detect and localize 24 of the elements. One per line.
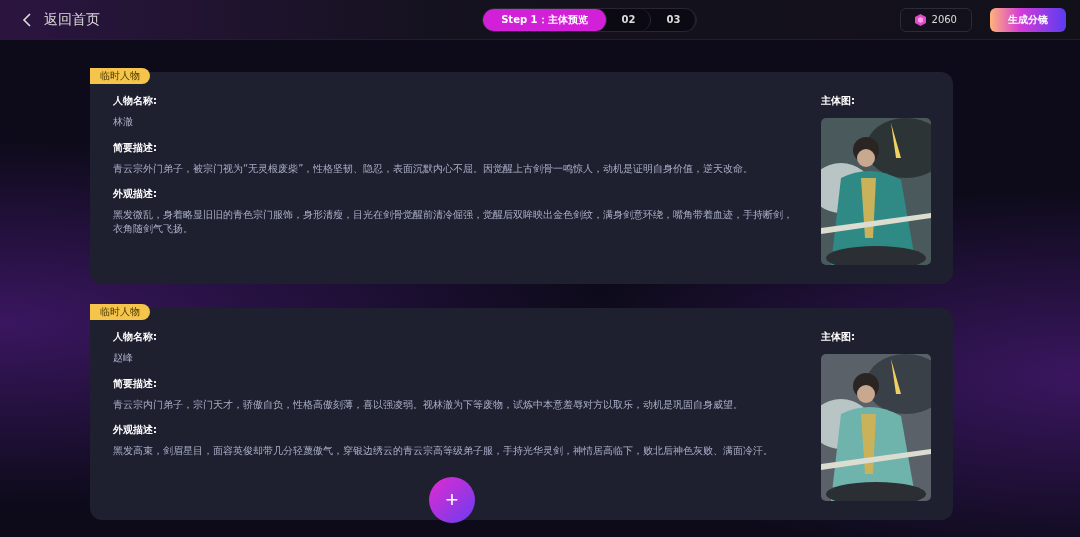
appearance-description: 黑发微乱，身着略显旧旧的青色宗门服饰，身形清瘦，目光在剑骨觉醒前清冷倔强，觉醒后双眸映出金色剑纹，满身剑意环绕，嘴角带着血迹，手持断剑，衣角随剑气飞扬。 [113,208,793,235]
gem-icon [914,13,926,26]
field-label: 外观描述: [113,187,158,201]
brief-description: 青云宗内门弟子，宗门天才，骄傲自负，性格高傲刻薄，喜以强凌弱。视林澈为下等废物，试炼中本意羞辱对方以取乐，动机是巩固自身威望。 [113,397,744,411]
image-label: 主体图: [821,330,856,344]
field-label: 外观描述: [113,423,158,437]
character-name: 林澈 [113,115,134,129]
field-label: 简要描述: [113,140,158,155]
character-tag: 临时人物 [90,304,150,320]
step-tab[interactable]: 03 [651,8,697,31]
appearance-description: 黑发高束，剑眉星目，面容英俊却带几分轻蔑傲气，穿银边绣云的青云宗高等级弟子服，手持光华灵剑，神情居高临下，败北后神色灰败、满面冷汗。 [113,444,774,458]
field-label: 人物名称: [113,94,158,108]
brief-description: 青云宗外门弟子，被宗门视为“无灵根废柴”，性格坚韧、隐忍，表面沉默内心不屈。因觉醒上古剑骨一鸣惊人，动机是证明自身价值，逆天改命。 [113,161,755,175]
character-name: 赵峰 [113,351,134,365]
character-tag: 临时人物 [90,68,150,84]
field-label: 人物名称: [113,330,158,344]
image-label: 主体图: [821,94,856,108]
step-tab[interactable]: 02 [606,8,652,31]
generate-button[interactable]: 生成分镜 [990,7,1066,32]
field-label: 简要描述: [113,376,158,391]
back-button[interactable]: 返回首页 [22,10,100,29]
credits-badge: 2060 [899,7,972,32]
back-icon [22,12,32,27]
step-tab[interactable]: Step 1：主体预览 [483,8,607,31]
